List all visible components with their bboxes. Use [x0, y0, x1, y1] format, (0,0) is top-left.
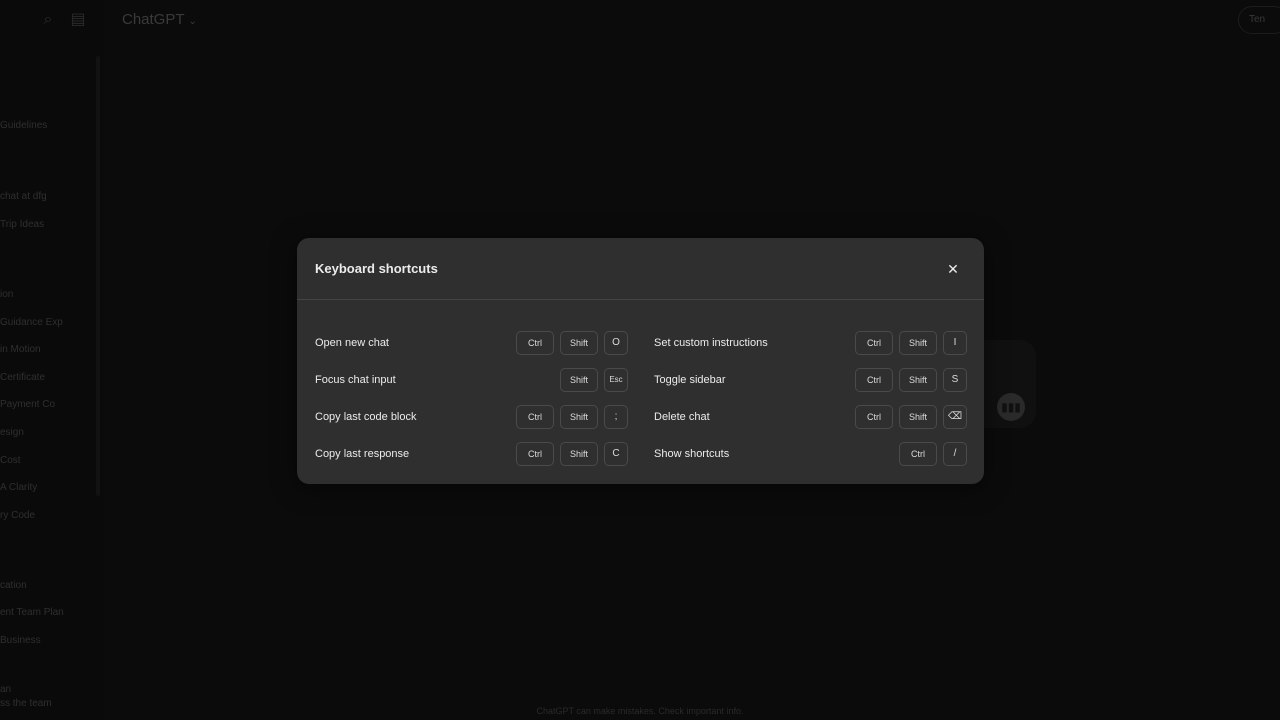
shortcut-label: Delete chat — [654, 410, 710, 423]
key: Ctrl — [855, 404, 893, 429]
key: Shift — [560, 367, 598, 392]
shortcut-keys: Ctrl Shift ⌫ — [855, 404, 967, 429]
shortcut-keys: Shift Esc — [560, 367, 628, 392]
key: O — [604, 330, 628, 355]
sidebar-item[interactable]: ion — [0, 289, 13, 300]
shortcut-column-left: Open new chat Ctrl Shift O Focus chat in… — [315, 324, 628, 472]
shortcut-label: Set custom instructions — [654, 336, 768, 349]
shortcut-label: Copy last response — [315, 447, 410, 460]
top-right-button-label: Ten — [1249, 14, 1266, 25]
sidebar-item[interactable]: chat at dfg — [0, 191, 47, 202]
key: Shift — [560, 441, 598, 466]
sidebar-item[interactable]: Certificate — [0, 372, 45, 383]
key: Shift — [560, 330, 598, 355]
key: S — [943, 367, 967, 392]
key: Ctrl — [899, 441, 937, 466]
sidebar-item[interactable]: ry Code — [0, 510, 35, 521]
shortcut-label: Copy last code block — [315, 410, 417, 423]
sidebar-item[interactable]: Trip Ideas — [0, 219, 44, 230]
shortcut-keys: Ctrl Shift S — [855, 367, 967, 392]
sidebar-item[interactable]: esign — [0, 427, 24, 438]
key: Ctrl — [516, 441, 554, 466]
key: I — [943, 330, 967, 355]
shortcut-row: Open new chat Ctrl Shift O — [315, 324, 628, 361]
shortcut-row: Delete chat Ctrl Shift ⌫ — [654, 398, 967, 435]
sidebar-item[interactable]: Payment Co — [0, 399, 55, 410]
key: Shift — [899, 330, 937, 355]
footer-disclaimer: ChatGPT can make mistakes. Check importa… — [536, 706, 744, 716]
shortcut-column-right: Set custom instructions Ctrl Shift I Tog… — [654, 324, 967, 472]
sidebar-item[interactable]: Business — [0, 635, 41, 646]
backspace-icon: ⌫ — [943, 404, 967, 429]
key: Shift — [899, 404, 937, 429]
shortcut-label: Open new chat — [315, 336, 389, 349]
sidebar-item[interactable]: in Motion — [0, 344, 41, 355]
model-title: ChatGPT — [122, 11, 185, 28]
shortcut-label: Show shortcuts — [654, 447, 730, 460]
shortcut-keys: Ctrl Shift C — [516, 441, 628, 466]
shortcut-row: Toggle sidebar Ctrl Shift S — [654, 361, 967, 398]
shortcut-keys: Ctrl / — [899, 441, 967, 466]
shortcut-row: Copy last response Ctrl Shift C — [315, 435, 628, 472]
key: Ctrl — [516, 404, 554, 429]
shortcut-keys: Ctrl Shift ; — [516, 404, 628, 429]
key: Esc — [604, 367, 628, 392]
shortcut-label: Focus chat input — [315, 373, 396, 386]
sidebar-item[interactable]: an — [0, 684, 11, 695]
close-icon[interactable]: ✕ — [942, 258, 964, 280]
search-icon[interactable]: ⌕ — [38, 10, 58, 30]
modal-header: Keyboard shortcuts ✕ — [297, 238, 984, 300]
shortcut-row: Copy last code block Ctrl Shift ; — [315, 398, 628, 435]
key: Shift — [560, 404, 598, 429]
keyboard-shortcuts-modal: Keyboard shortcuts ✕ Open new chat Ctrl … — [297, 238, 984, 484]
modal-title: Keyboard shortcuts — [315, 261, 438, 276]
key: Ctrl — [516, 330, 554, 355]
model-selector[interactable]: ChatGPT ⌄ — [122, 11, 197, 28]
shortcut-keys: Ctrl Shift I — [855, 330, 967, 355]
key: C — [604, 441, 628, 466]
shortcut-keys: Ctrl Shift O — [516, 330, 628, 355]
sidebar: ⌕ ▤ Guidelines chat at dfg Trip Ideas io… — [0, 0, 104, 720]
sidebar-item[interactable]: A Clarity — [0, 482, 37, 493]
key: ; — [604, 404, 628, 429]
shortcut-row: Set custom instructions Ctrl Shift I — [654, 324, 967, 361]
sidebar-item[interactable]: Guidance Exp — [0, 317, 63, 328]
key: Shift — [899, 367, 937, 392]
chevron-down-icon: ⌄ — [188, 16, 197, 27]
sidebar-toggle-icon[interactable]: ▤ — [68, 10, 88, 30]
sidebar-scrollbar[interactable] — [96, 56, 100, 496]
sidebar-item[interactable]: Cost — [0, 455, 21, 466]
shortcut-row: Show shortcuts Ctrl / — [654, 435, 967, 472]
key: / — [943, 441, 967, 466]
shortcut-row: Focus chat input Shift Esc — [315, 361, 628, 398]
temporary-chat-button[interactable]: Ten — [1238, 6, 1280, 34]
sidebar-item[interactable]: cation — [0, 580, 27, 591]
shortcut-label: Toggle sidebar — [654, 373, 726, 386]
key: Ctrl — [855, 367, 893, 392]
sidebar-item[interactable]: Guidelines — [0, 120, 47, 131]
key: Ctrl — [855, 330, 893, 355]
voice-icon[interactable]: ▮▮▮ — [997, 393, 1025, 421]
sidebar-item[interactable]: ent Team Plan — [0, 607, 64, 618]
